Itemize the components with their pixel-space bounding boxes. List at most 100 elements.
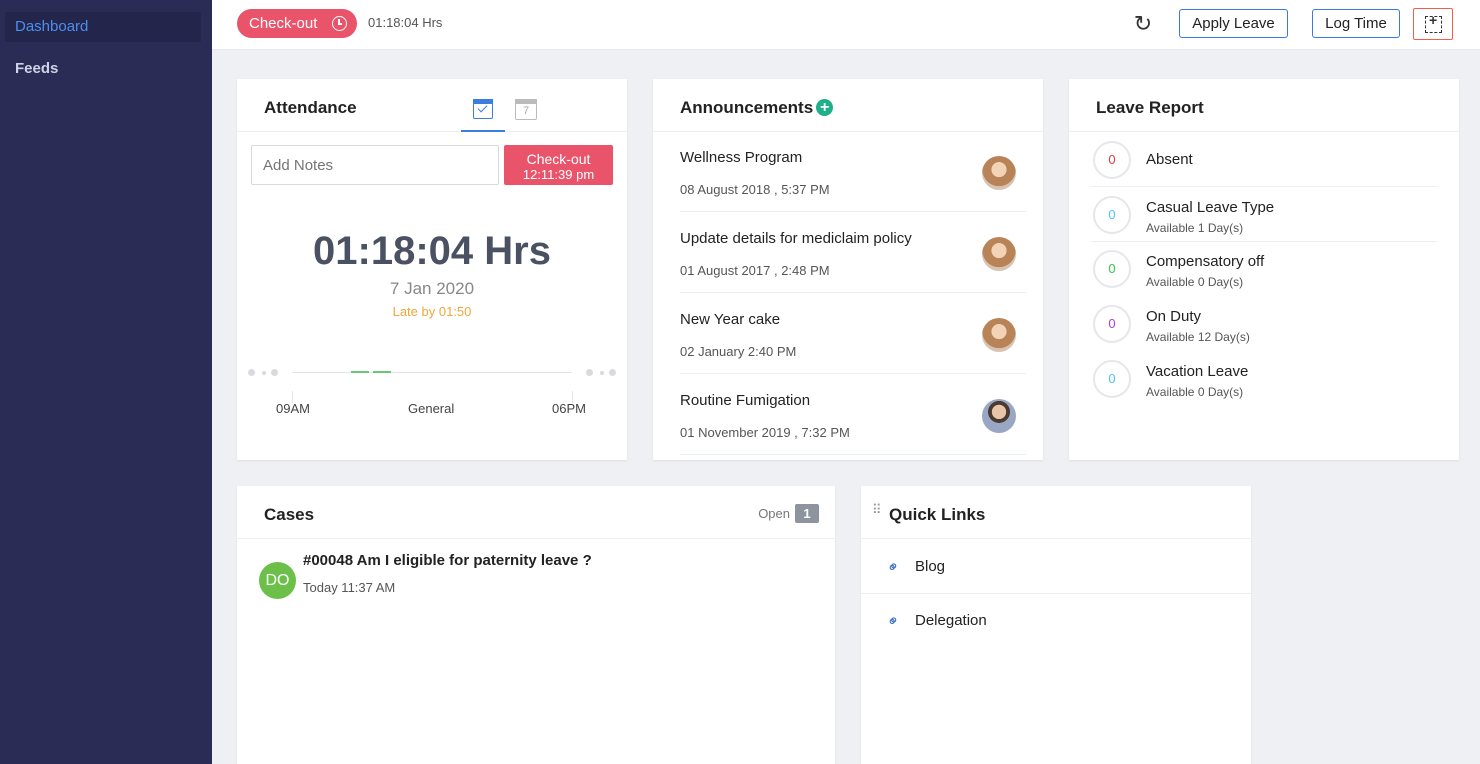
announcement-date: 08 August 2018 , 5:37 PM [680,182,830,197]
timeline-dot [271,369,278,376]
leave-count: 0 [1093,360,1131,398]
quick-link-label: Delegation [915,612,987,629]
leave-row-on-duty[interactable]: 0 On Duty Available 12 Day(s) [1091,297,1437,351]
quick-link-label: Blog [915,558,946,575]
timeline-shift-label: General [408,401,455,416]
leave-row-casual[interactable]: 0 Casual Leave Type Available 1 Day(s) [1091,188,1437,242]
tab-daily-attendance[interactable] [461,95,505,132]
customize-layout-button[interactable]: + [1413,8,1453,40]
leave-name: On Duty [1146,308,1202,325]
cases-card: Cases Open 1 DO #00048 Am I eligible for … [237,486,835,764]
announcement-item[interactable]: Wellness Program 08 August 2018 , 5:37 P… [680,132,1026,212]
announcement-title: Update details for mediclaim policy [680,230,912,247]
leave-name: Casual Leave Type [1146,199,1275,216]
cases-title: Cases [264,505,315,524]
timeline-dot [600,371,604,375]
leave-name: Absent [1146,151,1193,168]
announcement-item[interactable]: Routine Fumigation 01 November 2019 , 7:… [680,375,1026,455]
plus-icon: + [1429,12,1438,28]
timeline-dot [248,369,255,376]
leave-count: 0 [1093,305,1131,343]
leave-name: Compensatory off [1146,253,1265,270]
quick-links-card: ⠿ Quick Links ⚭ Blog ⚭ Delegation [861,486,1251,764]
open-cases-filter[interactable]: Open 1 [758,504,819,523]
link-icon: ⚭ [883,556,905,578]
announcement-title: Routine Fumigation [680,392,811,409]
quick-link-delegation[interactable]: ⚭ Delegation [861,594,1251,648]
announcement-date: 02 January 2:40 PM [680,344,797,359]
checkout-button[interactable]: Check-out 12:11:39 pm [504,145,613,185]
timeline-worked-segment [373,371,391,373]
calendar-icon: 7 [522,105,530,117]
timeline-start-label: 09AM [276,401,310,416]
top-bar: Check-out 01:18:04 Hrs ↻ Apply Leave Log… [212,0,1480,50]
leave-report-title: Leave Report [1096,98,1204,117]
leave-report-card: Leave Report 0 Absent 0 Casual Leave Typ… [1069,79,1459,460]
log-time-button[interactable]: Log Time [1312,9,1400,38]
announcements-card: Announcements + Wellness Program 08 Augus… [653,79,1043,460]
leave-row-absent[interactable]: 0 Absent [1091,133,1437,187]
attendance-card: Attendance 7 Check-out 12:11:39 pm 01:18… [237,79,627,460]
leave-available: Available 12 Day(s) [1146,330,1250,344]
sidebar-item-feeds[interactable]: Feeds [5,54,201,84]
open-label: Open [758,506,790,521]
attendance-header: Attendance 7 [237,79,627,132]
apply-leave-button[interactable]: Apply Leave [1179,9,1288,38]
timeline-track [292,372,572,373]
timeline-dot [262,371,266,375]
leave-available: Available 0 Day(s) [1146,275,1244,289]
leave-report-header: Leave Report [1069,79,1459,132]
quick-links-header: ⠿ Quick Links [861,486,1251,539]
avatar [982,237,1016,271]
calendar-check-icon [473,99,493,119]
leave-count: 0 [1093,250,1131,288]
attendance-title: Attendance [264,98,357,117]
checkout-button-label: Check-out [526,151,591,167]
refresh-icon[interactable]: ↻ [1132,13,1154,35]
link-icon: ⚭ [883,610,905,632]
attendance-date: 7 Jan 2020 [389,279,475,298]
avatar [982,318,1016,352]
leave-name: Vacation Leave [1146,363,1249,380]
leave-row-vacation[interactable]: 0 Vacation Leave Available 0 Day(s) [1091,352,1437,406]
avatar [982,156,1016,190]
sidebar: Dashboard Feeds [0,0,212,764]
quick-links-title: Quick Links [889,505,986,524]
checkout-pill-label: Check-out [249,15,318,32]
timeline-dot [609,369,616,376]
leave-available: Available 1 Day(s) [1146,221,1244,235]
late-indicator: Late by 01:50 [392,304,472,319]
open-count-badge: 1 [795,504,819,523]
case-date: Today 11:37 AM [303,580,396,595]
cases-header: Cases Open 1 [237,486,835,539]
leave-count: 0 [1093,141,1131,179]
announcements-header: Announcements + [653,79,1043,132]
drag-handle-icon[interactable]: ⠿ [872,503,881,516]
add-announcement-icon[interactable]: + [816,99,834,116]
avatar: DO [259,562,296,599]
announcement-title: Wellness Program [680,149,803,166]
announcement-title: New Year cake [680,311,781,328]
elapsed-time: 01:18:04 Hrs [368,15,443,30]
timeline-worked-segment [351,371,369,373]
timeline-dot [586,369,593,376]
quick-link-blog[interactable]: ⚭ Blog [861,540,1251,594]
announcement-date: 01 August 2017 , 2:48 PM [680,263,830,278]
add-notes-input[interactable] [251,145,499,185]
hours-worked: 01:18:04 Hrs [313,229,551,273]
announcements-title-text: Announcements [680,98,814,117]
announcement-item[interactable]: New Year cake 02 January 2:40 PM [680,294,1026,374]
leave-available: Available 0 Day(s) [1146,385,1244,399]
announcements-title: Announcements + [680,98,834,118]
checkout-button-time: 12:11:39 pm [522,167,595,182]
sidebar-item-dashboard[interactable]: Dashboard [5,12,201,42]
leave-count: 0 [1093,196,1131,234]
announcement-date: 01 November 2019 , 7:32 PM [680,425,850,440]
case-title[interactable]: #00048 Am I eligible for paternity leave… [303,552,592,569]
timeline-end-label: 06PM [552,401,586,416]
avatar [982,399,1016,433]
checkout-pill-button[interactable]: Check-out [237,9,357,38]
tab-weekly-attendance[interactable]: 7 [515,99,537,120]
announcement-item[interactable]: Update details for mediclaim policy 01 A… [680,213,1026,293]
leave-row-compensatory[interactable]: 0 Compensatory off Available 0 Day(s) [1091,242,1437,296]
